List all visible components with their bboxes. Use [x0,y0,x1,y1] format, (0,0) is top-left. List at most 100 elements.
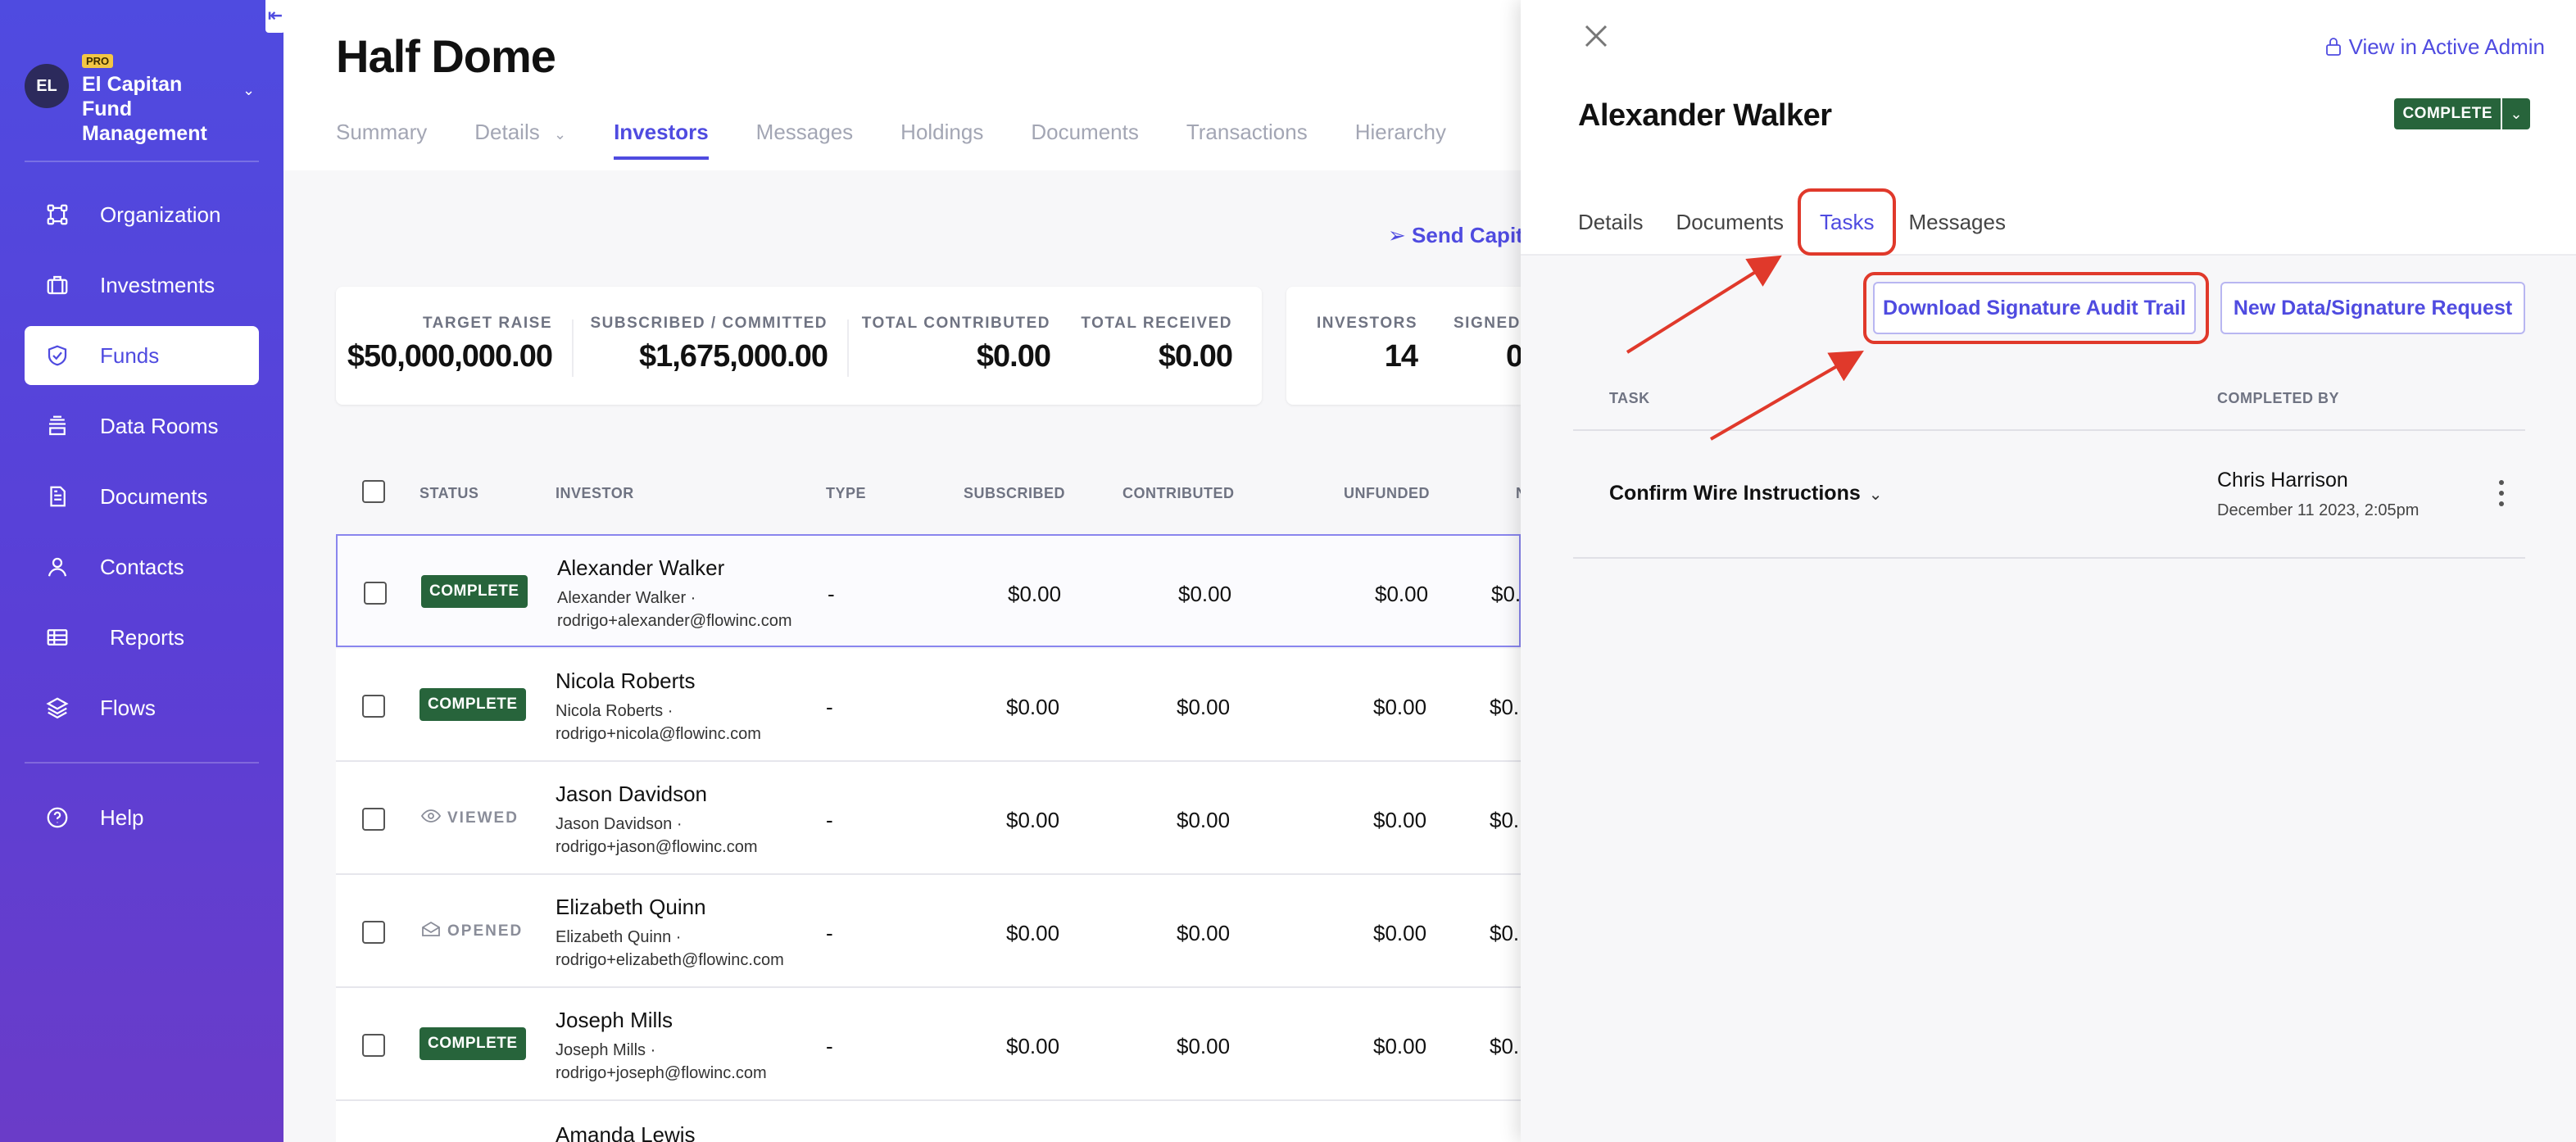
tab-investors[interactable]: Investors [614,120,709,160]
row-checkbox[interactable] [362,695,385,718]
row-checkbox[interactable] [362,921,385,944]
chevron-down-icon[interactable]: ⌄ [243,82,255,99]
column-header[interactable]: CONTRIBUTED [1122,485,1235,502]
status-badge: VIEWED [420,808,519,827]
sidebar-item-contacts[interactable]: Contacts [25,537,259,596]
org-switcher[interactable]: EL PRO El Capitan Fund Management ⌄ [25,51,262,145]
close-icon[interactable] [1580,20,1612,52]
column-header[interactable]: INVESTOR [556,485,634,502]
investor-table-header: STATUS INVESTOR TYPE SUBSCRIBED CONTRIBU… [336,470,1526,514]
contributed-cell: $0.00 [1177,808,1231,832]
sidebar-item-label: Funds [100,342,160,368]
investor-drawer: View in Active Admin Alexander Walker CO… [1521,0,2576,1142]
collapse-sidebar-icon[interactable]: ⇤ [265,0,285,33]
table-row[interactable]: Amanda Lewis [336,1101,1521,1142]
table-icon [41,625,74,650]
table-row[interactable]: COMPLETE Nicola Roberts Nicola Roberts ·… [336,649,1521,762]
more-options-icon[interactable] [2497,478,2506,508]
table-row[interactable]: VIEWED Jason Davidson Jason Davidson · ro… [336,762,1521,875]
type-cell: - [826,695,833,719]
column-header[interactable]: UNFUNDED [1344,485,1430,502]
sidebar-item-investments[interactable]: Investments [25,256,259,315]
completed-by-name: Chris Harrison [2217,469,2348,492]
pro-badge: PRO [82,54,114,68]
briefcase-icon [41,273,74,297]
stat-investors: INVESTORS 14 [1316,315,1418,374]
column-header[interactable]: SUBSCRIBED [964,485,1065,502]
tab-hierarchy[interactable]: Hierarchy [1355,120,1446,160]
investor-name[interactable]: Jason Davidson [556,782,707,807]
new-request-button[interactable]: New Data/Signature Request [2220,282,2525,334]
row-checkbox[interactable] [364,582,387,605]
row-checkbox[interactable] [362,1034,385,1057]
tab-holdings[interactable]: Holdings [900,120,983,160]
stat-signed: SIGNED 0 [1454,315,1521,374]
stat-divider [847,319,849,377]
type-cell: - [826,921,833,945]
investor-name[interactable]: Joseph Mills [556,1008,673,1033]
contact-email: rodrigo+elizabeth@flowinc.com [556,951,784,969]
investor-name[interactable]: Nicola Roberts [556,668,696,694]
status-badge: OPENED [421,921,523,940]
row-checkbox[interactable] [362,808,385,831]
investor-name[interactable]: Amanda Lewis [556,1122,696,1142]
investor-name[interactable]: Elizabeth Quinn [556,895,706,920]
sidebar-item-flows[interactable]: Flows [25,678,259,737]
document-icon [41,484,74,509]
task-table-header: TASK COMPLETED BY [1573,374,2525,431]
drawer-header: View in Active Admin Alexander Walker CO… [1521,0,2576,256]
table-row[interactable]: COMPLETE Alexander Walker Alexander Walk… [336,534,1521,647]
subscribed-cell: $0.00 [1006,921,1060,945]
contact-name: Jason Davidson · [556,815,683,833]
sidebar-item-organization[interactable]: Organization [25,185,259,244]
sidebar-item-label: Data Rooms [100,413,219,438]
column-header: COMPLETED BY [2217,390,2340,406]
select-all-checkbox[interactable] [362,480,385,503]
sidebar-item-reports[interactable]: Reports [25,608,259,667]
send-icon: ➢ [1388,223,1406,247]
stat-total-received: TOTAL RECEIVED $0.00 [1081,315,1233,374]
unfunded-cell: $0.00 [1375,582,1429,606]
investor-name[interactable]: Alexander Walker [557,555,724,581]
investor-contact: Jason Davidson · rodrigo+jason@flowinc.co… [556,813,758,859]
tab-transactions[interactable]: Transactions [1186,120,1308,160]
sidebar-item-documents[interactable]: Documents [25,467,259,526]
tab-details[interactable]: Details [1578,210,1643,235]
sidebar-item-help[interactable]: Help [25,788,259,847]
column-header[interactable]: STATUS [420,485,478,502]
page-title: Half Dome [336,30,556,82]
view-in-active-admin-link[interactable]: View in Active Admin [2324,34,2545,60]
status-badge: COMPLETE [420,1027,526,1060]
tab-details[interactable]: Details ⌄ [474,120,566,160]
tab-documents[interactable]: Documents [1676,210,1784,235]
stat-value: 14 [1384,339,1418,374]
status-badge: COMPLETE [421,575,528,608]
task-name[interactable]: Confirm Wire Instructions ⌄ [1609,482,1883,505]
subscribed-cell: $0.00 [1006,808,1060,832]
status-dropdown[interactable]: COMPLETE ⌄ [2394,98,2530,129]
chevron-down-icon[interactable]: ⌄ [2502,98,2530,129]
sidebar-item-label: Help [100,804,144,830]
page-header: Half Dome Summary Details ⌄ Investors Me… [283,0,1521,170]
tab-summary[interactable]: Summary [336,120,427,160]
sidebar-item-label: Contacts [100,554,184,579]
send-capital-call-link[interactable]: ➢ Send Capit [1388,223,1523,248]
tab-messages[interactable]: Messages [1908,210,2006,235]
sidebar-item-funds[interactable]: Funds [25,326,259,385]
sidebar-item-data-rooms[interactable]: Data Rooms [25,397,259,455]
contact-name: Elizabeth Quinn · [556,928,682,946]
investor-contact: Elizabeth Quinn · rodrigo+elizabeth@flowi… [556,926,784,972]
type-cell: - [826,808,833,832]
investor-contact: Joseph Mills · rodrigo+joseph@flowinc.com [556,1039,767,1085]
drawer-title: Alexander Walker [1578,98,1832,133]
table-row[interactable]: OPENED Elizabeth Quinn Elizabeth Quinn ·… [336,875,1521,988]
stat-divider [572,319,574,377]
tab-messages[interactable]: Messages [756,120,854,160]
chevron-down-icon[interactable]: ⌄ [1869,486,1883,504]
investor-stats-card: INVESTORS 14 SIGNED 0 [1286,287,1521,405]
column-header[interactable]: TYPE [826,485,866,502]
task-row[interactable]: Confirm Wire Instructions ⌄ Chris Harriso… [1573,431,2525,559]
fund-stats-card: TARGET RAISE $50,000,000.00 SUBSCRIBED /… [336,287,1262,405]
table-row[interactable]: COMPLETE Joseph Mills Joseph Mills · rodr… [336,988,1521,1101]
tab-documents[interactable]: Documents [1031,120,1139,160]
